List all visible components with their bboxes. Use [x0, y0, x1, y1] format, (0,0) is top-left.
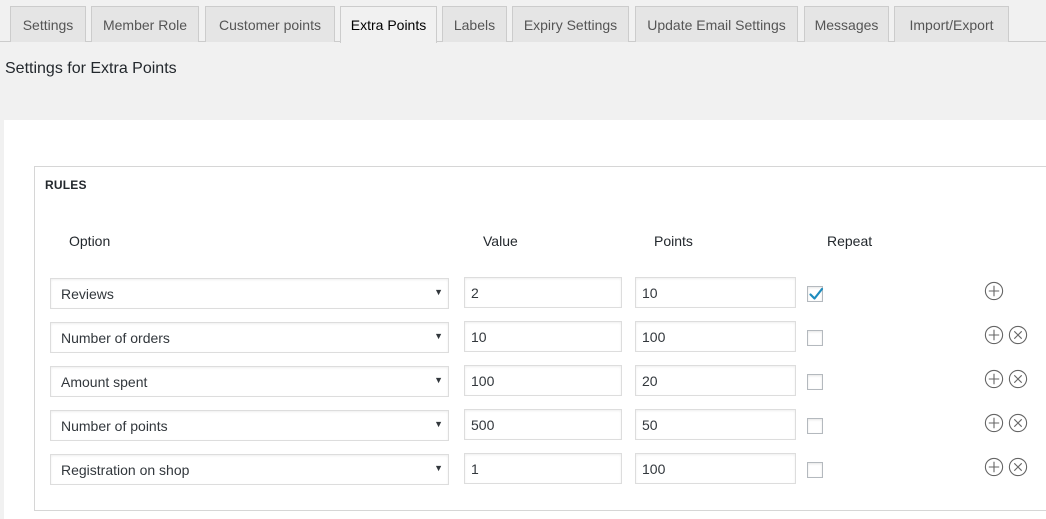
rule-value-input[interactable]: 100 [464, 365, 622, 396]
column-header-repeat: Repeat [827, 233, 873, 249]
settings-tab-bar: Settings Member Role Customer points Ext… [0, 0, 1046, 43]
rule-points-input[interactable]: 100 [635, 453, 796, 484]
rule-points-input[interactable]: 20 [635, 365, 796, 396]
tab-expiry-settings[interactable]: Expiry Settings [512, 6, 629, 42]
rule-points-input[interactable]: 100 [635, 321, 796, 352]
rule-option-value: Number of points [61, 417, 168, 434]
caret-down-icon: ▼ [434, 287, 443, 297]
add-circle-icon[interactable] [984, 369, 1004, 389]
page-title: Settings for Extra Points [5, 60, 177, 77]
add-circle-icon[interactable] [984, 325, 1004, 345]
rule-repeat-checkbox[interactable] [807, 286, 824, 302]
tab-settings[interactable]: Settings [10, 6, 86, 42]
rule-option-select[interactable]: Reviews ▼ [50, 278, 449, 309]
tab-messages[interactable]: Messages [804, 6, 889, 42]
rule-value-input[interactable]: 500 [464, 409, 622, 440]
tab-extra-points[interactable]: Extra Points [340, 6, 437, 43]
rule-value-input[interactable]: 10 [464, 321, 622, 352]
rule-option-select[interactable]: Amount spent ▼ [50, 366, 449, 397]
rule-option-select[interactable]: Number of orders ▼ [50, 322, 449, 353]
add-circle-icon[interactable] [984, 457, 1004, 477]
rule-option-value: Reviews [61, 285, 114, 302]
rule-option-value: Registration on shop [61, 461, 190, 478]
rule-option-value: Amount spent [61, 373, 148, 390]
rules-heading: RULES [45, 178, 87, 192]
remove-circle-icon[interactable] [1008, 457, 1028, 477]
rule-repeat-checkbox[interactable] [807, 330, 823, 346]
column-header-value: Value [483, 233, 518, 249]
remove-circle-icon[interactable] [1008, 369, 1028, 389]
checkmark-icon [809, 287, 824, 300]
tab-member-role[interactable]: Member Role [91, 6, 199, 42]
rule-option-select[interactable]: Registration on shop ▼ [50, 454, 449, 485]
tab-import-export[interactable]: Import/Export [894, 6, 1009, 42]
rule-option-select[interactable]: Number of points ▼ [50, 410, 449, 441]
add-circle-icon[interactable] [984, 413, 1004, 433]
rule-value-input[interactable]: 2 [464, 277, 622, 308]
column-header-option: Option [69, 233, 111, 249]
caret-down-icon: ▼ [434, 463, 443, 473]
remove-circle-icon[interactable] [1008, 413, 1028, 433]
rule-option-value: Number of orders [61, 329, 170, 346]
rule-value-input[interactable]: 1 [464, 453, 622, 484]
column-header-points: Points [654, 233, 693, 249]
caret-down-icon: ▼ [434, 375, 443, 385]
caret-down-icon: ▼ [434, 419, 443, 429]
rule-repeat-checkbox[interactable] [807, 418, 823, 434]
tab-labels[interactable]: Labels [442, 6, 507, 42]
tab-update-email-settings[interactable]: Update Email Settings [635, 6, 798, 42]
rule-points-input[interactable]: 50 [635, 409, 796, 440]
rule-repeat-checkbox[interactable] [807, 462, 823, 478]
rule-repeat-checkbox[interactable] [807, 374, 823, 390]
rule-points-input[interactable]: 10 [635, 277, 796, 308]
remove-circle-icon[interactable] [1008, 325, 1028, 345]
tab-customer-points[interactable]: Customer points [205, 6, 335, 42]
caret-down-icon: ▼ [434, 331, 443, 341]
add-circle-icon[interactable] [984, 281, 1004, 301]
